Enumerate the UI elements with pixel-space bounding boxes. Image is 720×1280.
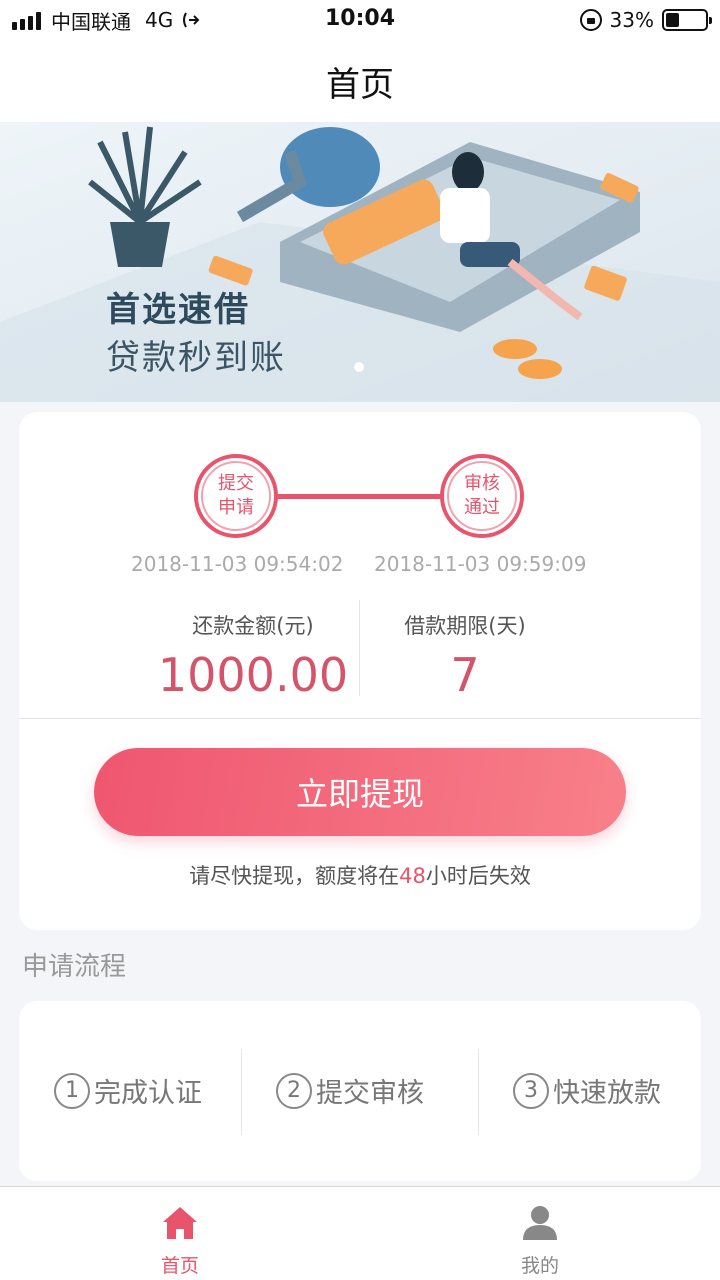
- process-step-label: 提交审核: [316, 1078, 424, 1109]
- process-divider: [241, 1049, 242, 1135]
- status-bar: 中国联通 4G 10:04 33%: [0, 0, 720, 40]
- process-step-label: 快速放款: [553, 1078, 661, 1109]
- user-icon: [523, 1206, 557, 1240]
- process-step-label: 完成认证: [94, 1078, 202, 1109]
- step-submit-application: 提交 申请: [194, 454, 278, 538]
- step-label-line1: 提交: [218, 473, 254, 494]
- card-divider: [19, 718, 701, 719]
- step-number-badge: 3: [513, 1072, 549, 1109]
- tab-label: 首页: [160, 1255, 199, 1277]
- process-step-disburse: 3 快速放款: [513, 1071, 661, 1110]
- step-badge: 提交 申请: [201, 461, 271, 531]
- home-icon: [163, 1207, 197, 1239]
- status-right: 33%: [579, 6, 712, 34]
- process-step-submit: 2 提交审核: [276, 1071, 424, 1110]
- process-step-verify: 1 完成认证: [54, 1071, 202, 1110]
- step-number-badge: 2: [276, 1072, 312, 1109]
- loan-status-card: 提交 申请 审核 通过 2018-11-03 09:54:02 2018-11-…: [19, 412, 701, 930]
- submit-time: 2018-11-03 09:54:02: [131, 552, 344, 576]
- step-label-line2: 通过: [464, 497, 500, 518]
- process-section-title: 申请流程: [22, 952, 127, 982]
- banner-title: 首选速借: [106, 290, 250, 330]
- review-time: 2018-11-03 09:59:09: [374, 552, 587, 576]
- notice-prefix: 请尽快提现，额度将在: [189, 864, 400, 888]
- withdraw-now-button[interactable]: 立即提现: [94, 748, 626, 836]
- loan-term-value: 7: [450, 648, 480, 702]
- promo-banner[interactable]: 首选速借 贷款秒到账: [0, 122, 720, 402]
- battery-icon: [662, 9, 712, 31]
- repayment-amount-label: 还款金额(元): [192, 614, 314, 638]
- step-number-badge: 1: [54, 1072, 90, 1109]
- loan-term-label: 借款期限(天): [404, 614, 526, 638]
- progress-line: [276, 494, 442, 499]
- tab-label: 我的: [520, 1255, 559, 1277]
- step-label-line1: 审核: [464, 473, 500, 494]
- rotation-lock-icon: [579, 9, 602, 31]
- notice-hours: 48: [399, 864, 426, 888]
- step-review-passed: 审核 通过: [440, 454, 524, 538]
- tab-home[interactable]: 首页: [80, 1187, 280, 1280]
- nav-bar: 首页: [0, 40, 720, 122]
- banner-subtitle: 贷款秒到账: [106, 338, 286, 378]
- notice-suffix: 小时后失效: [425, 864, 531, 888]
- step-badge: 审核 通过: [447, 461, 517, 531]
- expiry-notice: 请尽快提现，额度将在48小时后失效: [19, 860, 701, 890]
- bottom-tab-bar: 首页 我的: [0, 1186, 720, 1280]
- repayment-amount-value: 1000.00: [157, 648, 349, 702]
- page-title: 首页: [326, 64, 394, 105]
- banner-page-indicator: [354, 362, 364, 372]
- battery-fill: [666, 13, 679, 27]
- tab-mine[interactable]: 我的: [440, 1187, 640, 1280]
- step-label-line2: 申请: [218, 497, 254, 518]
- battery-percent: 33%: [609, 8, 654, 32]
- process-card: 1 完成认证 2 提交审核 3 快速放款: [19, 1001, 701, 1181]
- process-divider: [478, 1049, 479, 1135]
